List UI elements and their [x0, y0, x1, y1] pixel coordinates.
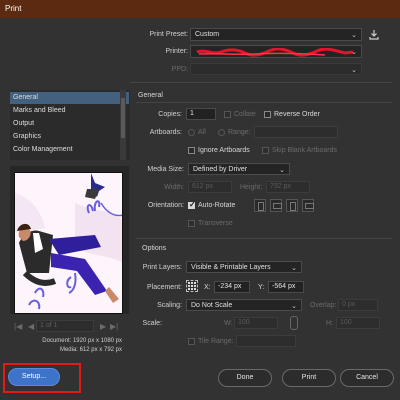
- scale-label: Scale:: [142, 320, 162, 327]
- divider: [136, 238, 392, 239]
- transverse-checkbox[interactable]: [188, 220, 195, 227]
- placement-label: Placement:: [146, 284, 182, 291]
- media-size-label: Media Size:: [147, 166, 184, 173]
- tile-range-input[interactable]: [236, 335, 296, 347]
- scaling-dropdown[interactable]: Do Not Scale ⌄: [186, 299, 302, 311]
- scaling-label: Scaling:: [157, 302, 182, 309]
- chevron-down-icon: ⌄: [279, 167, 285, 174]
- copies-input[interactable]: 1: [186, 108, 216, 120]
- overlap-input[interactable]: 0 px: [338, 299, 378, 311]
- auto-rotate-checkbox[interactable]: [188, 200, 196, 209]
- options-section-title: Options: [142, 245, 167, 252]
- skip-blank-artboards-checkbox[interactable]: [262, 147, 269, 154]
- title-bar: Print: [0, 0, 400, 18]
- divider: [136, 102, 392, 103]
- collate-label: Collate: [234, 111, 256, 118]
- media-size-value: Defined by Driver: [193, 166, 248, 173]
- auto-rotate-label: Auto-Rotate: [198, 202, 236, 209]
- cancel-button[interactable]: Cancel: [340, 369, 394, 387]
- print-preset-label: Print Preset:: [149, 31, 188, 38]
- y-input[interactable]: -564 px: [268, 281, 304, 293]
- done-button[interactable]: Done: [218, 369, 272, 387]
- height-label: Height:: [240, 184, 263, 191]
- media-size-info: Media: 612 px x 792 px: [59, 347, 122, 353]
- sidebar-item-general[interactable]: General: [10, 92, 129, 104]
- ppd-label: PPD:: [171, 66, 188, 73]
- ignore-artboards-label: Ignore Artboards: [198, 147, 250, 154]
- print-layers-dropdown[interactable]: Visible & Printable Layers ⌄: [186, 261, 302, 273]
- portrait-down-icon[interactable]: [286, 199, 298, 212]
- tile-range-checkbox[interactable]: [188, 338, 195, 345]
- width-input[interactable]: 612 px: [188, 181, 232, 193]
- divider: [130, 82, 392, 83]
- artboards-label: Artboards:: [149, 129, 182, 136]
- sidebar-item-marks-and-bleed[interactable]: Marks and Bleed: [10, 105, 129, 117]
- height-input[interactable]: 792 px: [266, 181, 310, 193]
- ppd-dropdown[interactable]: ⌄: [190, 63, 362, 75]
- window-title: Print: [5, 4, 22, 13]
- ignore-artboards-checkbox[interactable]: [188, 147, 195, 154]
- skip-blank-artboards-label: Skip Blank Artboards: [272, 147, 337, 154]
- redacted-printer-name: [196, 48, 354, 57]
- chevron-down-icon: ⌄: [351, 32, 357, 39]
- h-label: H:: [326, 320, 333, 327]
- preview-page[interactable]: [14, 172, 123, 314]
- preview-artwork: [15, 173, 122, 313]
- y-label: Y:: [258, 284, 265, 291]
- orientation-label: Orientation:: [147, 202, 184, 209]
- sidebar-item-graphics[interactable]: Graphics: [10, 131, 129, 143]
- print-layers-value: Visible & Printable Layers: [191, 264, 271, 271]
- printer-dropdown[interactable]: ⌄: [190, 45, 362, 58]
- last-page-icon[interactable]: ▶|: [110, 322, 118, 331]
- range-label: Range:: [228, 129, 251, 136]
- landscape-left-icon[interactable]: [270, 199, 282, 212]
- print-preset-value: Custom: [195, 31, 220, 38]
- general-section-title: General: [138, 92, 163, 99]
- x-input[interactable]: -234 px: [214, 281, 250, 293]
- all-radio[interactable]: [188, 129, 195, 136]
- prev-page-icon[interactable]: ◀: [28, 322, 34, 331]
- x-label: X:: [204, 284, 211, 291]
- category-list: General Marks and Bleed Output Graphics …: [10, 90, 130, 160]
- page-number-field[interactable]: 1 of 1: [36, 320, 94, 332]
- printer-label: Printer:: [165, 48, 188, 55]
- save-preset-icon[interactable]: [369, 29, 379, 40]
- next-page-icon[interactable]: ▶: [100, 322, 106, 331]
- sidebar-item-output[interactable]: Output: [10, 118, 129, 130]
- landscape-right-icon[interactable]: [302, 199, 314, 212]
- transverse-label: Transverse: [198, 220, 233, 227]
- all-label: All: [198, 129, 206, 136]
- overlap-label: Overlap:: [310, 302, 337, 309]
- chevron-down-icon: ⌄: [351, 67, 357, 74]
- sidebar-item-color-management[interactable]: Color Management: [10, 144, 129, 156]
- copies-label: Copies:: [158, 111, 182, 118]
- constrain-proportions-icon[interactable]: [290, 316, 298, 330]
- document-size-info: Document: 1920 px x 1080 px: [42, 338, 122, 344]
- chevron-down-icon: ⌄: [351, 49, 357, 56]
- placement-grid-icon[interactable]: [186, 280, 198, 292]
- scaling-value: Do Not Scale: [191, 302, 233, 309]
- tile-range-label: Tile Range:: [198, 338, 234, 345]
- first-page-icon[interactable]: |◀: [14, 322, 22, 331]
- range-radio[interactable]: [218, 129, 225, 136]
- portrait-up-icon[interactable]: [254, 199, 266, 212]
- print-layers-label: Print Layers:: [142, 264, 182, 271]
- chevron-down-icon: ⌄: [291, 265, 297, 272]
- w-label: W:: [224, 320, 233, 327]
- width-label: Width:: [164, 184, 184, 191]
- setup-button[interactable]: Setup...: [8, 368, 60, 386]
- category-list-scrollbar[interactable]: [120, 90, 126, 160]
- reverse-order-label: Reverse Order: [274, 111, 320, 118]
- print-button[interactable]: Print: [282, 369, 336, 387]
- chevron-down-icon: ⌄: [291, 303, 297, 310]
- w-input[interactable]: 100: [234, 317, 278, 329]
- h-input[interactable]: 100: [336, 317, 380, 329]
- print-preset-dropdown[interactable]: Custom ⌄: [190, 28, 362, 41]
- reverse-order-checkbox[interactable]: [264, 111, 271, 118]
- media-size-dropdown[interactable]: Defined by Driver ⌄: [188, 163, 290, 175]
- range-input[interactable]: [254, 126, 338, 138]
- collate-checkbox[interactable]: [224, 111, 231, 118]
